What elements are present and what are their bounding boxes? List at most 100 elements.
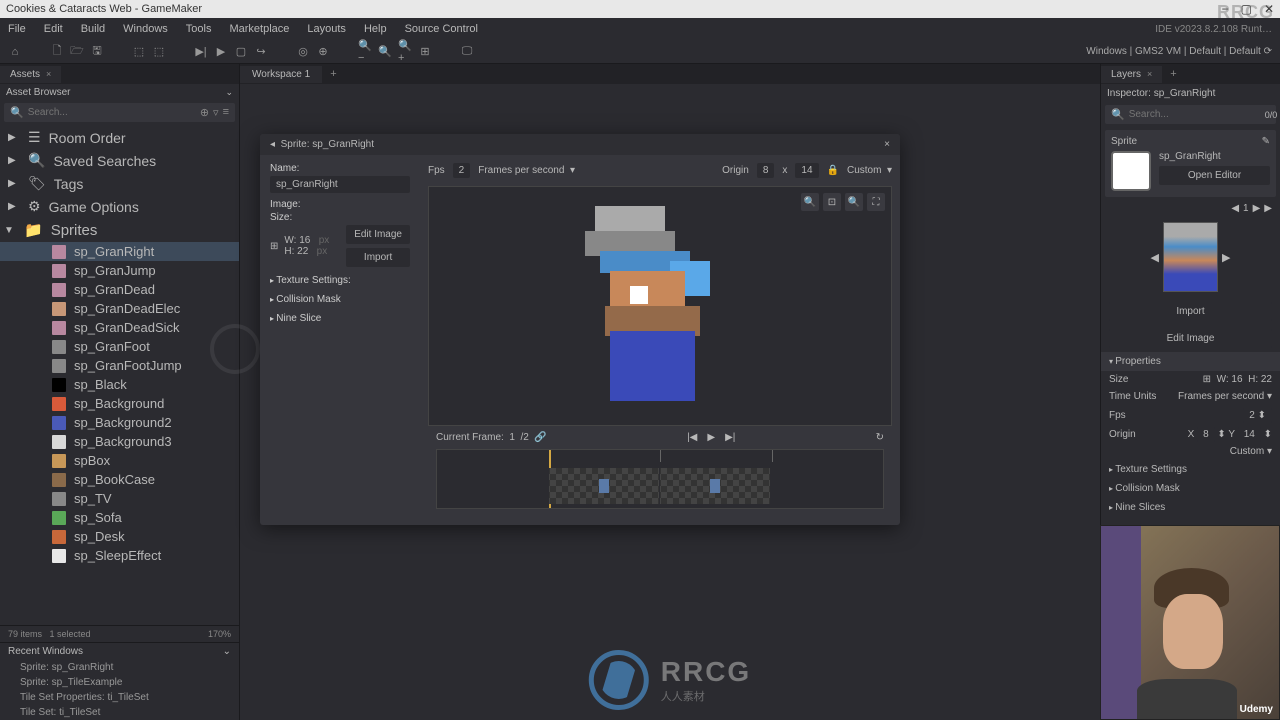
properties-header[interactable]: Properties (1101, 352, 1280, 371)
edit-icon[interactable]: ✎ (1262, 136, 1270, 147)
play-icon[interactable]: ▶ (707, 432, 715, 443)
close-icon[interactable]: × (46, 69, 51, 79)
sprite-item-sp_GranJump[interactable]: sp_GranJump (0, 261, 239, 280)
sprite-item-sp_Background2[interactable]: sp_Background2 (0, 413, 239, 432)
stop-icon[interactable]: ▶| (194, 45, 208, 59)
sprite-item-sp_GranDeadSick[interactable]: sp_GranDeadSick (0, 318, 239, 337)
home-icon[interactable]: ⌂ (8, 45, 22, 59)
menu-build[interactable]: Build (81, 23, 105, 35)
zoom-in-icon[interactable]: 🔍 (801, 193, 819, 211)
asset-search-input[interactable] (28, 107, 196, 118)
sprite-item-sp_SleepEffect[interactable]: sp_SleepEffect (0, 546, 239, 565)
close-icon[interactable]: × (1147, 69, 1152, 79)
fps-unit-dropdown[interactable]: Frames per second ▾ (478, 165, 575, 176)
next-icon[interactable]: ▶ (1222, 251, 1230, 264)
add-icon[interactable]: ⊕ (200, 106, 209, 119)
debug-icon[interactable]: ⬚ (132, 45, 146, 59)
origin-x-field[interactable]: 8 (1197, 427, 1215, 442)
origin-x-field[interactable]: 8 (757, 163, 775, 178)
texture-settings-header[interactable]: Texture Settings (1101, 460, 1280, 479)
collision-mask-section[interactable]: Collision Mask (270, 290, 410, 309)
edit-image-button[interactable]: Edit Image (1109, 329, 1272, 348)
origin-y-field[interactable]: 14 (795, 163, 818, 178)
workspace-tab[interactable]: Workspace 1 (240, 66, 322, 83)
sprite-item-sp_Background[interactable]: sp_Background (0, 394, 239, 413)
zoom-out-icon[interactable]: 🔍− (358, 45, 372, 59)
tool-icon[interactable]: ⬚ (152, 45, 166, 59)
resize-icon[interactable]: ⊞ (270, 241, 278, 252)
fps-field[interactable]: 2 ⬍ (1243, 408, 1272, 423)
collision-mask-header[interactable]: Collision Mask (1101, 479, 1280, 498)
menu-windows[interactable]: Windows (123, 23, 168, 35)
save-icon[interactable]: 🖫 (90, 45, 104, 59)
recent-item[interactable]: Tile Set: ti_TileSet (0, 705, 239, 720)
layers-tab[interactable]: Layers × (1101, 66, 1162, 83)
asset-browser-header[interactable]: Asset Browser ⌄ (0, 84, 239, 101)
open-icon[interactable]: 🗁 (70, 45, 84, 59)
menu-file[interactable]: File (8, 23, 26, 35)
edit-image-button[interactable]: Edit Image (346, 225, 410, 244)
recent-header[interactable]: Recent Windows ⌄ (0, 643, 239, 660)
prev-icon[interactable]: ◀ (1151, 251, 1159, 264)
runtime-target[interactable]: Windows | GMS2 VM | Default | Default ⟳ (1086, 46, 1272, 57)
sprite-item-sp_Black[interactable]: sp_Black (0, 375, 239, 394)
fps-field[interactable]: 2 (453, 163, 471, 178)
chevron-down-icon[interactable]: ⌄ (223, 646, 231, 657)
minimize-icon[interactable]: − (1222, 2, 1229, 16)
inspector-search-input[interactable] (1129, 109, 1261, 120)
fullscreen-icon[interactable]: ⛶ (867, 193, 885, 211)
new-icon[interactable]: 🗋 (50, 45, 64, 59)
tree-saved-searches[interactable]: ▶🔍 Saved Searches (0, 149, 239, 172)
assets-tab[interactable]: Assets × (0, 66, 61, 83)
origin-mode-dropdown[interactable]: Custom ▾ (1230, 446, 1272, 457)
texture-settings-section[interactable]: Texture Settings: (270, 271, 410, 290)
prev-frame-icon[interactable]: |◀ (687, 432, 697, 443)
origin-y-field[interactable]: 14 (1238, 427, 1261, 442)
menu-marketplace[interactable]: Marketplace (229, 23, 289, 35)
sprite-thumbnail[interactable] (1111, 151, 1151, 191)
zoom-fit-icon[interactable]: ⊡ (823, 193, 841, 211)
import-button[interactable]: Import (1109, 302, 1272, 321)
sprite-item-sp_GranDead[interactable]: sp_GranDead (0, 280, 239, 299)
menu-edit[interactable]: Edit (44, 23, 63, 35)
sprite-item-sp_GranRight[interactable]: sp_GranRight (0, 242, 239, 261)
menu-help[interactable]: Help (364, 23, 387, 35)
menu-icon[interactable]: ≡ (223, 106, 229, 119)
nine-slices-header[interactable]: Nine Slices (1101, 498, 1280, 517)
recent-item[interactable]: Sprite: sp_TileExample (0, 675, 239, 690)
sprite-canvas[interactable]: 🔍 ⊡ 🔍 ⛶ (428, 186, 892, 426)
time-units-dropdown[interactable]: Frames per second ▾ (1178, 391, 1272, 402)
recent-item[interactable]: Tile Set Properties: ti_TileSet (0, 690, 239, 705)
sprite-item-sp_Desk[interactable]: sp_Desk (0, 527, 239, 546)
tree-tags[interactable]: ▶🏷 Tags (0, 172, 239, 195)
sprite-name-field[interactable]: sp_GranRight (270, 176, 410, 193)
laptop-icon[interactable]: 🖵 (460, 45, 474, 59)
zoom-in-icon[interactable]: 🔍+ (398, 45, 412, 59)
zoom-out-icon[interactable]: 🔍 (845, 193, 863, 211)
nine-slice-section[interactable]: Nine Slice (270, 309, 410, 328)
next-frame-icon[interactable]: ▶| (725, 432, 735, 443)
first-frame-icon[interactable]: ◀ (1231, 203, 1239, 214)
resize-icon[interactable]: ⊞ (1203, 374, 1211, 385)
add-workspace-button[interactable]: + (322, 65, 344, 83)
origin-mode-dropdown[interactable]: Custom ▾ (847, 165, 892, 176)
web-icon[interactable]: ⊕ (316, 45, 330, 59)
sprite-item-sp_TV[interactable]: sp_TV (0, 489, 239, 508)
tree-sprites-folder[interactable]: ▼📁 Sprites (0, 218, 239, 242)
dock-icon[interactable]: ⊞ (418, 45, 432, 59)
menu-source[interactable]: Source Control (405, 23, 478, 35)
close-icon[interactable]: × (884, 139, 890, 150)
play-icon[interactable]: ▶ (1253, 203, 1261, 214)
loop-icon[interactable]: ↻ (876, 432, 884, 443)
maximize-icon[interactable]: ▢ (1241, 2, 1252, 16)
frame-preview[interactable]: ◀ ▶ (1101, 216, 1280, 298)
menu-layouts[interactable]: Layouts (307, 23, 346, 35)
tree-game-options[interactable]: ▶⚙ Game Options (0, 195, 239, 218)
clean-icon[interactable]: ↪ (254, 45, 268, 59)
add-tab-button[interactable]: + (1162, 65, 1184, 83)
sprite-item-sp_Background3[interactable]: sp_Background3 (0, 432, 239, 451)
sprite-item-sp_GranDeadElec[interactable]: sp_GranDeadElec (0, 299, 239, 318)
play-icon[interactable]: ▶ (214, 45, 228, 59)
target-icon[interactable]: ◎ (296, 45, 310, 59)
sprite-item-sp_Sofa[interactable]: sp_Sofa (0, 508, 239, 527)
